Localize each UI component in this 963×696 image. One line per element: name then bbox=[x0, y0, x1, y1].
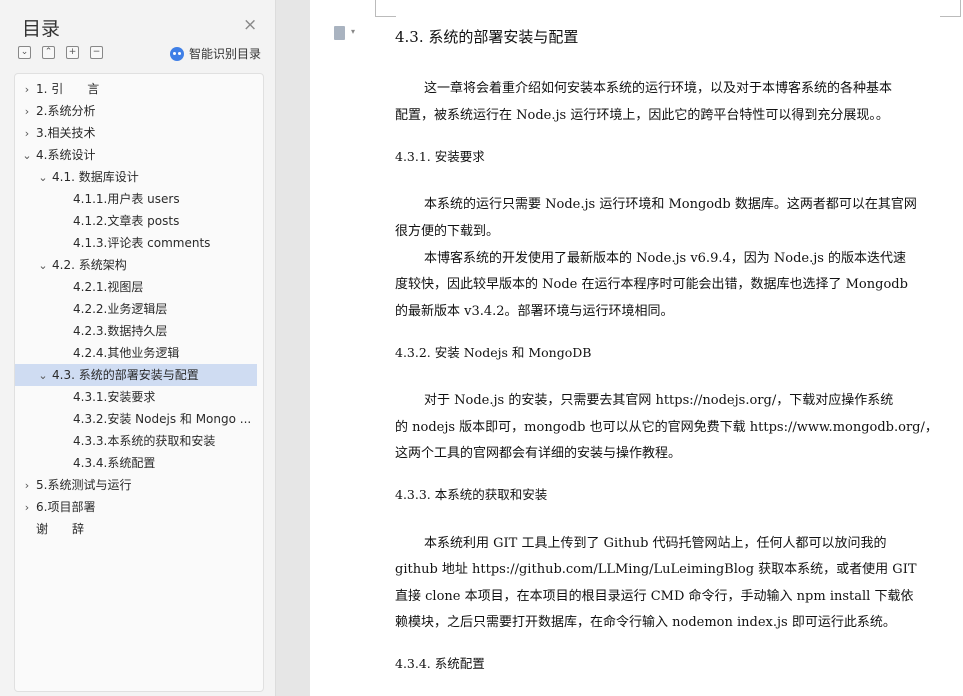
chevron-right-icon[interactable]: › bbox=[21, 79, 33, 100]
toc-item-label: 5.系统测试与运行 bbox=[36, 478, 132, 492]
close-icon[interactable]: × bbox=[243, 15, 257, 35]
add-heading-icon[interactable]: + bbox=[66, 46, 79, 59]
paragraph-line: 这两个工具的官网都会有详细的安装与操作教程。 bbox=[395, 446, 682, 461]
toc-item[interactable]: › 5.系统测试与运行 bbox=[15, 474, 257, 496]
toc-item[interactable]: ⌄ 4.1. 数据库设计 bbox=[15, 166, 257, 188]
toc-item[interactable]: 4.1.3.评论表 comments bbox=[15, 232, 257, 254]
smart-recognize-icon bbox=[170, 46, 184, 61]
paragraph-line: 的 nodejs 版本即可，mongodb 也可以从它的官网免费下载 https… bbox=[395, 420, 938, 435]
toc-item[interactable]: 4.1.1.用户表 users bbox=[15, 188, 257, 210]
toc-item[interactable]: › 3.相关技术 bbox=[15, 122, 257, 144]
page-corner-mark bbox=[940, 0, 961, 17]
toc-item-label: 4.2.1.视图层 bbox=[73, 280, 144, 294]
paragraph-line: 本博客系统的开发使用了最新版本的 Node.js v6.9.4，因为 Node.… bbox=[424, 251, 907, 266]
toc-item[interactable]: 谢 辞 bbox=[15, 518, 257, 540]
paragraph-line: 度较快，因此较早版本的 Node 在运行本程序时可能会出错，数据库也选择了 Mo… bbox=[395, 277, 908, 292]
toc-title: 目录 bbox=[22, 18, 61, 40]
subsection-heading: 4.3.4. 系统配置 bbox=[395, 656, 485, 671]
toc-item-label: 4.系统设计 bbox=[36, 148, 96, 162]
subsection-heading: 4.3.2. 安装 Nodejs 和 MongoDB bbox=[395, 345, 592, 360]
toc-item[interactable]: 4.2.1.视图层 bbox=[15, 276, 257, 298]
paragraph-line: 直接 clone 本项目，在本项目的根目录运行 CMD 命令行，手动输入 npm… bbox=[395, 589, 914, 604]
chevron-down-icon[interactable]: ⌄ bbox=[37, 255, 49, 276]
toc-item-label: 4.3.1.安装要求 bbox=[73, 390, 156, 404]
toc-item-label: 4.1.2.文章表 posts bbox=[73, 214, 180, 228]
toc-item-label: 4.3.4.系统配置 bbox=[73, 456, 156, 470]
section-heading: 4.3. 系统的部署安装与配置 bbox=[395, 28, 579, 46]
toc-item[interactable]: 4.3.2.安装 Nodejs 和 Mongo ... bbox=[15, 408, 257, 430]
toc-item-label: 谢 辞 bbox=[36, 522, 85, 536]
toc-tree: › 1. 引 言 › 2.系统分析 › 3.相关技术 ⌄ 4.系统设计 ⌄ 4.1. 数据库设计 4… bbox=[14, 73, 264, 692]
toc-item-label: 1. 引 言 bbox=[36, 82, 100, 96]
toc-item[interactable]: 4.2.2.业务逻辑层 bbox=[15, 298, 257, 320]
paragraph-line: 这一章将会着重介绍如何安装本系统的运行环境，以及对于本博客系统的各种基本 bbox=[424, 81, 893, 96]
smart-toc-label: 智能识别目录 bbox=[189, 47, 262, 61]
document-icon[interactable] bbox=[334, 26, 345, 40]
subsection-heading: 4.3.3. 本系统的获取和安装 bbox=[395, 487, 548, 502]
toc-item-label: 3.相关技术 bbox=[36, 126, 96, 140]
workspace-background bbox=[276, 0, 310, 696]
subsection-heading: 4.3.1. 安装要求 bbox=[395, 149, 485, 164]
toc-item[interactable]: 4.2.4.其他业务逻辑 bbox=[15, 342, 257, 364]
toc-item[interactable]: 4.3.1.安装要求 bbox=[15, 386, 257, 408]
toc-item[interactable]: › 6.项目部署 bbox=[15, 496, 257, 518]
page-corner-mark bbox=[375, 0, 396, 17]
chevron-down-icon[interactable]: ⌄ bbox=[21, 145, 33, 166]
document-page[interactable]: 4.3. 系统的部署安装与配置这一章将会着重介绍如何安装本系统的运行环境，以及对… bbox=[310, 0, 963, 696]
paragraph-line: 的最新版本 v3.4.2。部署环境与运行环境相同。 bbox=[395, 304, 674, 319]
toc-panel: 目录 × ⌄ ⌃ + − 智能识别目录 › 1. 引 言 › 2.系统分析 › 3.相关技… bbox=[0, 0, 276, 696]
paragraph-line: 很方便的下载到。 bbox=[395, 224, 500, 239]
expand-all-icon[interactable]: ⌃ bbox=[42, 46, 55, 59]
toc-item-label: 2.系统分析 bbox=[36, 104, 96, 118]
paragraph-line: github 地址 https://github.com/LLMing/LuLe… bbox=[395, 562, 917, 577]
toc-item-label: 4.3. 系统的部署安装与配置 bbox=[52, 368, 199, 382]
toc-item[interactable]: 4.2.3.数据持久层 bbox=[15, 320, 257, 342]
paragraph-line: 配置，被系统运行在 Node.js 运行环境上，因此它的跨平台特性可以得到充分展… bbox=[395, 108, 889, 123]
paragraph-line: 本系统利用 GIT 工具上传到了 Github 代码托管网站上，任何人都可以放问… bbox=[424, 536, 887, 551]
toc-item-label: 4.3.2.安装 Nodejs 和 Mongo ... bbox=[73, 412, 252, 426]
toc-item[interactable]: 4.1.2.文章表 posts bbox=[15, 210, 257, 232]
toc-item[interactable]: › 1. 引 言 bbox=[15, 78, 257, 100]
paragraph-line: 对于 Node.js 的安装，只需要去其官网 https://nodejs.or… bbox=[424, 393, 894, 408]
toc-item-label: 4.1. 数据库设计 bbox=[52, 170, 139, 184]
chevron-right-icon[interactable]: › bbox=[21, 123, 33, 144]
toc-item-label: 6.项目部署 bbox=[36, 500, 96, 514]
toc-item[interactable]: ⌄ 4.3. 系统的部署安装与配置 bbox=[15, 364, 257, 386]
smart-toc-button[interactable]: 智能识别目录 bbox=[170, 45, 261, 62]
toc-item-label: 4.2.2.业务逻辑层 bbox=[73, 302, 168, 316]
chevron-right-icon[interactable]: › bbox=[21, 101, 33, 122]
toc-item-label: 4.3.3.本系统的获取和安装 bbox=[73, 434, 216, 448]
chevron-right-icon[interactable]: › bbox=[21, 497, 33, 518]
chevron-down-icon[interactable]: ⌄ bbox=[37, 365, 49, 386]
toc-item[interactable]: 4.3.3.本系统的获取和安装 bbox=[15, 430, 257, 452]
toc-item[interactable]: › 2.系统分析 bbox=[15, 100, 257, 122]
toc-item[interactable]: ⌄ 4.2. 系统架构 bbox=[15, 254, 257, 276]
toc-item-label: 4.1.3.评论表 comments bbox=[73, 236, 211, 250]
toc-item-label: 4.2.4.其他业务逻辑 bbox=[73, 346, 180, 360]
toc-item-label: 4.2.3.数据持久层 bbox=[73, 324, 168, 338]
paragraph-line: 赖模块，之后只需要打开数据库，在命令行输入 nodemon index.js 即… bbox=[395, 615, 896, 630]
chevron-down-icon[interactable]: ⌄ bbox=[37, 167, 49, 188]
paragraph-line: 本系统的运行只需要 Node.js 运行环境和 Mongodb 数据库。这两者都… bbox=[424, 197, 917, 212]
collapse-all-icon[interactable]: ⌄ bbox=[18, 46, 31, 59]
toc-item[interactable]: 4.3.4.系统配置 bbox=[15, 452, 257, 474]
toc-item[interactable]: ⌄ 4.系统设计 bbox=[15, 144, 257, 166]
remove-heading-icon[interactable]: − bbox=[90, 46, 103, 59]
chevron-right-icon[interactable]: › bbox=[21, 475, 33, 496]
toc-item-label: 4.2. 系统架构 bbox=[52, 258, 127, 272]
dropdown-arrow-icon[interactable]: ▾ bbox=[351, 27, 355, 36]
toc-item-label: 4.1.1.用户表 users bbox=[73, 192, 180, 206]
